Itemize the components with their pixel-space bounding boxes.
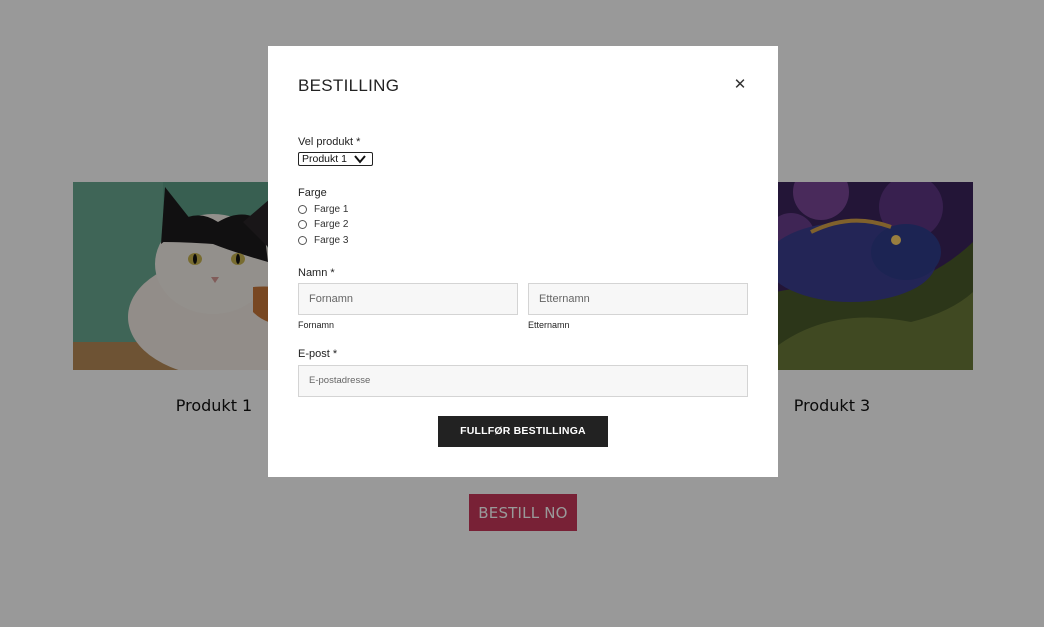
color-label: Farge — [298, 187, 327, 199]
close-icon[interactable]: ✕ — [730, 76, 750, 96]
color-option-3[interactable]: Farge 3 — [298, 234, 348, 246]
radio-button[interactable] — [298, 235, 307, 245]
color-option-2[interactable]: Farge 2 — [298, 218, 348, 230]
product-select-label: Vel produkt * — [298, 136, 361, 148]
first-name-sublabel: Fornamn — [298, 320, 335, 330]
product-select-value: Produkt 1 — [302, 153, 347, 165]
radio-label: Farge 1 — [314, 203, 349, 215]
radio-label: Farge 2 — [314, 218, 349, 230]
product-select[interactable]: Produkt 1 — [298, 152, 373, 166]
radio-label: Farge 3 — [314, 234, 349, 246]
chevron-down-icon — [354, 154, 366, 167]
last-name-input[interactable]: Etternamn — [528, 283, 748, 315]
color-option-1[interactable]: Farge 1 — [298, 203, 348, 215]
email-input[interactable]: E-postadresse — [298, 365, 748, 397]
modal-title: BESTILLING — [298, 76, 400, 95]
submit-order-button[interactable]: FULLFØR BESTILLINGA — [438, 416, 608, 447]
order-modal: BESTILLING ✕ Vel produkt * Produkt 1 Far… — [268, 46, 778, 477]
last-name-sublabel: Etternamn — [528, 320, 570, 330]
radio-button[interactable] — [298, 219, 307, 229]
radio-button[interactable] — [298, 204, 307, 214]
email-label: E-post * — [298, 348, 338, 360]
name-label: Namn * — [298, 267, 335, 279]
first-name-input[interactable]: Fornamn — [298, 283, 518, 315]
